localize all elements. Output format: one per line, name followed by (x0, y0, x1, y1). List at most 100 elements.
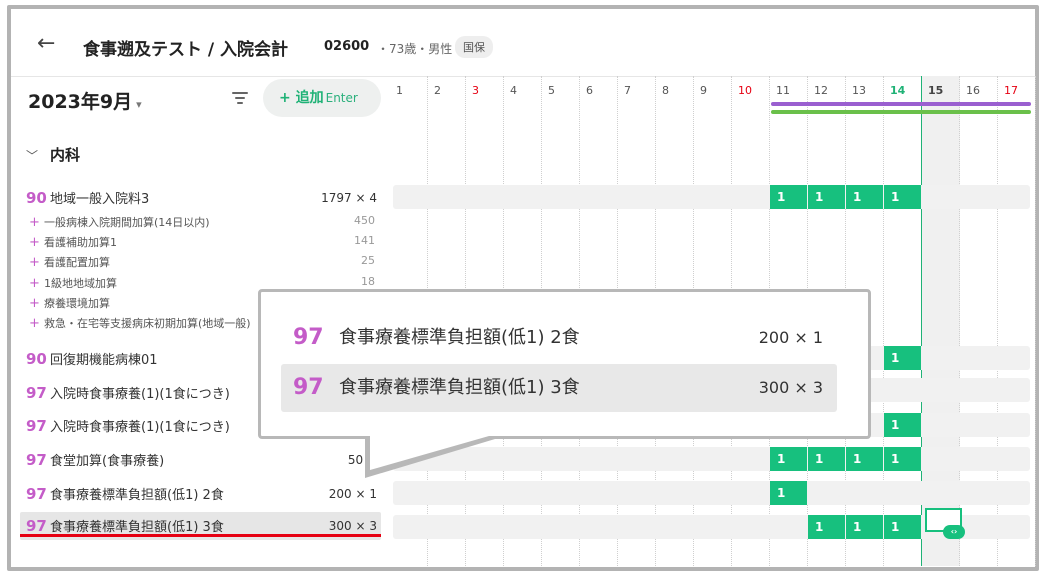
item-code: 90 (26, 350, 47, 368)
calendar-cell[interactable]: 1 (846, 515, 883, 539)
calendar-cell[interactable]: 1 (808, 185, 845, 209)
item-qty: 200 × 1 (328, 487, 377, 501)
callout-code: 97 (293, 325, 324, 350)
day-label: 11 (776, 84, 790, 97)
callout-tail-inner (370, 434, 496, 470)
item-code: 90 (26, 189, 47, 207)
month-label: 2023年9月 (28, 91, 133, 113)
item-name: 食事療養標準負担額(低1) 3食 (50, 520, 224, 535)
day-label: 16 (966, 84, 980, 97)
section-title: 内科 (50, 146, 81, 164)
section-header[interactable]: ﹀ 内科 (26, 144, 80, 165)
page-title: 食事遡及テスト / 入院会計 (83, 40, 289, 60)
plus-icon: + (29, 296, 40, 310)
item-code: 97 (26, 451, 47, 469)
calendar-cell[interactable]: 1 (770, 481, 807, 505)
calendar-cell[interactable]: 1 (846, 185, 883, 209)
sub-item[interactable]: + 看護配置加算 25 (20, 253, 381, 269)
plus-icon: + (29, 255, 40, 269)
item-name: 地域一般入院料3 (50, 192, 150, 207)
sub-item-value: 141 (354, 234, 375, 247)
callout-qty: 200 × 1 (758, 328, 823, 347)
patient-info: ・73歳・男性 (377, 42, 453, 56)
calendar-cell[interactable]: 1 (884, 346, 921, 370)
highlight-underline (20, 534, 381, 537)
item-name: 回復期機能病棟01 (50, 353, 158, 368)
day-label: 8 (662, 84, 669, 97)
callout-qty: 300 × 3 (758, 378, 823, 397)
caret-down-icon: ▾ (136, 98, 142, 111)
add-button[interactable]: + 追加 Enter (263, 79, 381, 117)
insurance-badge: 国保 (455, 36, 493, 58)
sub-item-name: 救急・在宅等支援病床初期加算(地域一般) (44, 317, 251, 330)
day-label: 2 (434, 84, 441, 97)
calendar-cell[interactable]: 1 (808, 515, 845, 539)
item-name: 入院時食事療養(1)(1食につき) (50, 387, 230, 402)
sub-item-name: 看護補助加算1 (44, 236, 117, 249)
plus-icon: + (29, 276, 40, 290)
track-row (393, 185, 1030, 209)
calendar-cell[interactable]: 1 (846, 447, 883, 471)
list-item[interactable]: 97 食事療養標準負担額(低1) 2食 200 × 1 (20, 481, 381, 507)
header: ← 食事遡及テスト / 入院会計 02600 ・73歳・男性 国保 (11, 9, 1035, 77)
day-label: 9 (700, 84, 707, 97)
sub-item-name: 看護配置加算 (44, 256, 110, 269)
back-arrow-icon[interactable]: ← (37, 31, 55, 56)
sub-item[interactable]: + 一般病棟入院期間加算(14日以内) 450 (20, 213, 381, 229)
sub-item[interactable]: + 看護補助加算1 141 (20, 233, 381, 249)
calendar-cell[interactable]: 1 (770, 447, 807, 471)
callout-name: 食事療養標準負担額(低1) 2食 (339, 327, 580, 348)
zoom-callout: 97 食事療養標準負担額(低1) 2食 200 × 1 97 食事療養標準負担額… (258, 289, 871, 439)
day-label: 5 (548, 84, 555, 97)
sub-item[interactable]: +1級地地域加算 18 (20, 274, 381, 290)
item-code: 97 (26, 417, 47, 435)
sub-item-name: 一般病棟入院期間加算(14日以内) (44, 216, 210, 229)
plus-icon: + (29, 235, 40, 249)
calendar-cell[interactable]: 1 (884, 447, 921, 471)
calendar-cell[interactable]: 1 (770, 185, 807, 209)
chevron-down-icon: ﹀ (26, 149, 39, 163)
day-label: 12 (814, 84, 828, 97)
resize-handle-icon[interactable]: ‹› (943, 525, 965, 539)
period-bar-purple (771, 102, 1031, 106)
month-selector[interactable]: 2023年9月 ▾ (28, 87, 142, 114)
add-shortcut: Enter (325, 91, 358, 105)
filter-icon[interactable] (228, 86, 252, 110)
day-label: 6 (586, 84, 593, 97)
add-label: + 追加 (279, 90, 324, 106)
day-label: 13 (852, 84, 866, 97)
calendar-cell[interactable]: 1 (884, 185, 921, 209)
day-label: 7 (624, 84, 631, 97)
day-label: 3 (472, 84, 479, 97)
day-label: 1 (396, 84, 403, 97)
callout-item[interactable]: 97 食事療養標準負担額(低1) 2食 200 × 1 (281, 314, 837, 362)
list-item[interactable]: 97 食堂加算(食事療養) 50 × (20, 447, 381, 473)
day-label: 4 (510, 84, 517, 97)
calendar-cell[interactable]: 1 (884, 413, 921, 437)
sub-item-value: 450 (354, 214, 375, 227)
grid-line (1035, 76, 1036, 566)
patient-id: 02600 (324, 39, 370, 54)
day-label: 17 (1004, 84, 1018, 97)
day-label: 14 (890, 84, 906, 97)
item-name: 食堂加算(食事療養) (50, 454, 165, 469)
track-row (393, 481, 1030, 505)
item-name: 入院時食事療養(1)(1食につき) (50, 420, 230, 435)
day-label: 10 (738, 84, 752, 97)
item-name: 食事療養標準負担額(低1) 2食 (50, 488, 224, 503)
item-code: 97 (26, 485, 47, 503)
callout-item-selected[interactable]: 97 食事療養標準負担額(低1) 3食 300 × 3 (281, 364, 837, 412)
calendar-cell[interactable]: 1 (884, 515, 921, 539)
item-code: 97 (26, 384, 47, 402)
list-item[interactable]: 90 地域一般入院料3 1797 × 4 (20, 185, 381, 211)
sub-item-name: 1級地地域加算 (44, 277, 117, 290)
item-qty: 1797 × 4 (321, 191, 377, 205)
sub-item-value: 25 (361, 254, 375, 267)
period-bar-green (771, 110, 1031, 114)
calendar-cell[interactable]: 1 (808, 447, 845, 471)
sub-item-value: 18 (361, 275, 375, 288)
sub-item-name: 療養環境加算 (44, 297, 110, 310)
callout-code: 97 (293, 375, 324, 400)
plus-icon: + (29, 316, 40, 330)
callout-name: 食事療養標準負担額(低1) 3食 (339, 377, 580, 398)
